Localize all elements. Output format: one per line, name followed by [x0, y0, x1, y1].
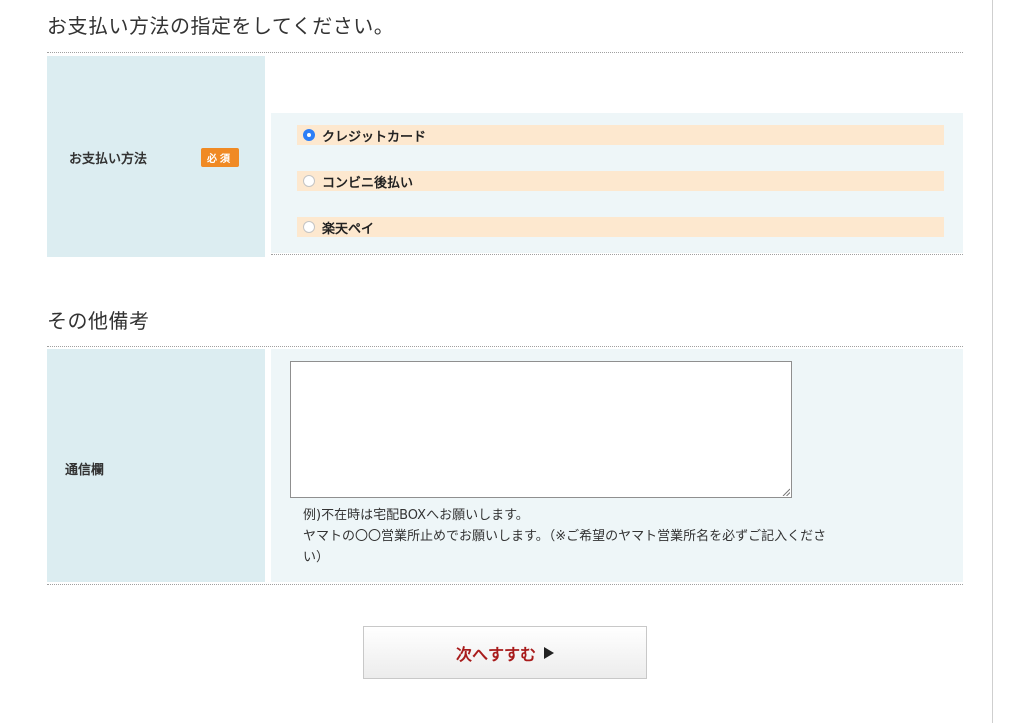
triangle-right-icon: [544, 646, 554, 659]
payment-option-label: 楽天ペイ: [322, 221, 375, 237]
payment-option-credit-card[interactable]: クレジットカード: [297, 125, 944, 145]
notes-hint-line-2: ヤマトの〇〇営業所止めでお願いします。（※ご希望のヤマト営業所名を必ずご記入くだ…: [303, 529, 827, 544]
notes-hint-line-3: い）: [303, 550, 330, 565]
notes-section-title: その他備考: [47, 309, 150, 333]
payment-method-label: お支払い方法: [69, 152, 148, 167]
divider: [47, 584, 963, 585]
notes-hint-line-1: 例)不在時は宅配BOXへお願いします。: [303, 508, 529, 523]
resize-grip-icon[interactable]: [782, 488, 790, 496]
divider: [47, 52, 963, 53]
required-badge: 必須: [201, 148, 239, 167]
payment-method-label-cell: お支払い方法 必須: [47, 56, 265, 257]
divider: [47, 346, 963, 347]
payment-option-label: コンビニ後払い: [322, 175, 414, 191]
radio-unselected-icon[interactable]: [303, 221, 315, 233]
radio-unselected-icon[interactable]: [303, 175, 315, 187]
page-right-border: [992, 0, 993, 723]
divider: [271, 254, 963, 255]
payment-option-rakuten-pay[interactable]: 楽天ペイ: [297, 217, 944, 237]
notes-label-cell: 通信欄: [47, 349, 265, 582]
payment-section-title: お支払い方法の指定をしてください。: [47, 14, 395, 38]
notes-textarea[interactable]: [290, 361, 792, 498]
notes-label: 通信欄: [65, 463, 105, 478]
next-button[interactable]: 次へすすむ: [363, 626, 647, 679]
radio-selected-icon[interactable]: [303, 129, 315, 141]
next-button-label: 次へすすむ: [455, 644, 536, 664]
payment-option-label: クレジットカード: [322, 129, 427, 145]
payment-option-convenience-store[interactable]: コンビニ後払い: [297, 171, 944, 191]
